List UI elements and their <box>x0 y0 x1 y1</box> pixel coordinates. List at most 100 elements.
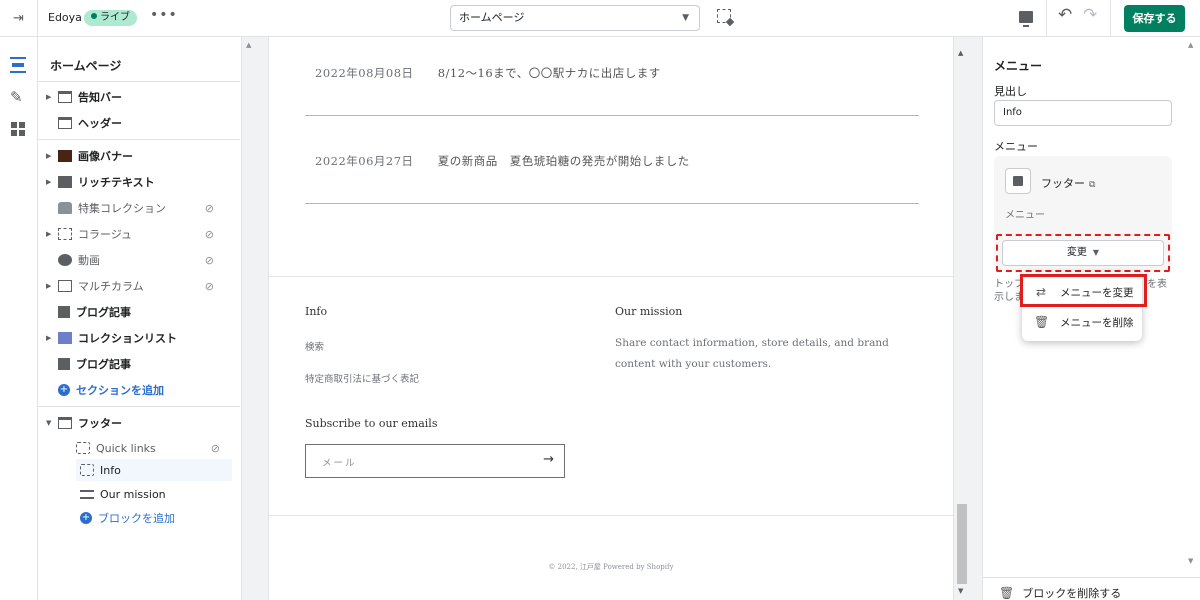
scroll-up-icon[interactable]: ▲ <box>246 41 251 49</box>
blog-icon <box>58 306 70 318</box>
page-select[interactable]: ホームページ ▼ <box>450 5 700 31</box>
heading-input[interactable]: Info <box>994 100 1172 126</box>
preview-canvas: ▲ 2022年08月08日 8/12～16まで、〇〇駅ナカに出店します 2022… <box>242 37 982 600</box>
undo-icon[interactable]: ↶ <box>1058 5 1072 25</box>
preview-scrollbar[interactable]: ▲ ▼ <box>956 37 968 600</box>
block-item-quick-links[interactable]: Quick links ⊘ <box>76 437 232 459</box>
sidebar-item-label: コレクションリスト <box>78 332 177 345</box>
sidebar-item-label: フッター <box>78 417 122 430</box>
sidebar-item-label: マルチカラム <box>78 280 144 293</box>
hidden-eye-icon[interactable]: ⊘ <box>205 280 214 293</box>
news-date: 2022年08月08日 <box>315 66 414 80</box>
change-menu-button[interactable]: 変更 ▼ <box>1002 240 1164 266</box>
sidebar-item-multicolumn[interactable]: ▶ マルチカラム ⊘ <box>46 275 232 297</box>
delete-menu-label: メニューを削除 <box>1060 316 1134 329</box>
footer-icon <box>58 417 72 429</box>
hidden-eye-icon[interactable]: ⊘ <box>205 228 214 241</box>
scrollbar-thumb[interactable] <box>957 504 967 584</box>
menu-name-label: フッター <box>1041 177 1085 190</box>
sidebar-item-label: 告知バー <box>78 91 122 104</box>
add-block-button[interactable]: + ブロックを追加 <box>76 507 232 529</box>
theme-settings-icon[interactable]: ✎ <box>10 89 26 105</box>
footer-mission-heading: Our mission <box>615 305 683 318</box>
arrow-right-icon[interactable]: → <box>543 452 554 467</box>
hidden-eye-icon[interactable]: ⊘ <box>211 442 220 455</box>
footer-link-legal[interactable]: 特定商取引法に基づく表記 <box>305 371 419 385</box>
sidebar-item-announcement-bar[interactable]: ▶ 告知バー <box>46 86 232 108</box>
sidebar-item-collection-list[interactable]: ▶ コレクションリスト <box>46 327 232 349</box>
text-block-icon <box>80 489 94 499</box>
scroll-up-icon[interactable]: ▲ <box>1188 41 1193 49</box>
change-menu-option[interactable]: ⇄ メニューを変更 <box>1022 278 1142 306</box>
live-badge-label: ライブ <box>100 12 130 23</box>
sidebar-item-label: リッチテキスト <box>78 176 155 189</box>
divider <box>1110 0 1111 37</box>
sidebar-item-featured-collection[interactable]: 特集コレクション ⊘ <box>46 197 232 219</box>
sidebar-item-blog-posts-2[interactable]: ブログ記事 <box>46 353 232 375</box>
news-item[interactable]: 2022年08月08日 8/12～16まで、〇〇駅ナカに出店します <box>315 65 661 81</box>
external-link-icon[interactable]: ⧉ <box>1089 180 1095 190</box>
desktop-preview-icon[interactable] <box>1019 11 1033 27</box>
menu-label: メニュー <box>994 140 1038 153</box>
sidebar-item-label: 画像バナー <box>78 150 133 163</box>
sidebar-item-collage[interactable]: ▶ コラージュ ⊘ <box>46 223 232 245</box>
menu-name[interactable]: フッター ⧉ <box>1041 175 1095 191</box>
page-select-value: ホームページ <box>459 11 525 24</box>
hidden-eye-icon[interactable]: ⊘ <box>205 254 214 267</box>
expand-icon[interactable]: ▶ <box>46 152 58 160</box>
trash-icon: 🗑 <box>1034 315 1050 329</box>
sidebar-item-footer[interactable]: ▼ フッター <box>46 412 232 434</box>
apps-icon[interactable] <box>10 121 26 137</box>
expand-icon[interactable]: ▶ <box>46 93 58 101</box>
image-banner-icon <box>58 150 72 162</box>
save-button[interactable]: 保存する <box>1124 5 1185 32</box>
hidden-eye-icon[interactable]: ⊘ <box>205 202 214 215</box>
change-menu-label: メニューを変更 <box>1060 286 1134 299</box>
scroll-down-icon[interactable]: ▼ <box>1188 557 1193 565</box>
delete-block-button[interactable]: 🗑 ブロックを削除する <box>999 585 1121 600</box>
email-input[interactable]: メール → <box>305 444 565 478</box>
sidebar-item-label: コラージュ <box>78 228 133 241</box>
add-block-label: ブロックを追加 <box>98 512 175 525</box>
sections-icon[interactable] <box>10 57 26 73</box>
delete-menu-option[interactable]: 🗑 メニューを削除 <box>1022 308 1142 336</box>
footer-link-search[interactable]: 検索 <box>305 339 324 353</box>
expand-icon[interactable]: ▶ <box>46 178 58 186</box>
expand-icon[interactable]: ▶ <box>46 230 58 238</box>
image-icon <box>1005 168 1031 194</box>
divider <box>269 515 953 516</box>
footer-info-heading: Info <box>305 305 328 318</box>
divider <box>38 139 240 140</box>
redo-icon[interactable]: ↷ <box>1083 5 1097 25</box>
expand-icon[interactable]: ▶ <box>46 334 58 342</box>
news-item[interactable]: 2022年06月27日 夏の新商品 夏色琥珀糖の発売が開始しました <box>315 153 690 169</box>
scroll-down-icon[interactable]: ▼ <box>958 587 963 595</box>
sidebar-item-rich-text[interactable]: ▶ リッチテキスト <box>46 171 232 193</box>
sections-sidebar: ホームページ ▶ 告知バー ヘッダー ▶ 画像バナー ▶ リッチテキスト 特集コ… <box>38 37 242 600</box>
collection-icon <box>58 202 72 214</box>
inspector-icon[interactable] <box>717 9 731 23</box>
sidebar-item-blog-posts[interactable]: ブログ記事 <box>46 301 232 323</box>
add-section-button[interactable]: + セクションを追加 <box>46 379 232 401</box>
more-actions-icon[interactable]: ••• <box>150 7 178 23</box>
sidebar-item-label: ヘッダー <box>78 117 122 130</box>
divider <box>983 577 1200 578</box>
collapse-icon[interactable]: ▼ <box>46 419 58 427</box>
sidebar-item-header[interactable]: ヘッダー <box>46 112 232 134</box>
sidebar-item-label: ブログ記事 <box>76 358 131 371</box>
change-button-label: 変更 <box>1066 247 1087 258</box>
subscribe-heading: Subscribe to our emails <box>305 417 438 430</box>
block-item-info[interactable]: Info <box>76 459 232 481</box>
block-item-our-mission[interactable]: Our mission <box>76 483 232 505</box>
news-title: 夏の新商品 夏色琥珀糖の発売が開始しました <box>437 154 690 168</box>
expand-icon[interactable]: ▶ <box>46 282 58 290</box>
block-icon <box>76 442 90 454</box>
plus-circle-icon: + <box>80 512 92 524</box>
sidebar-item-video[interactable]: 動画 ⊘ <box>46 249 232 271</box>
sidebar-item-image-banner[interactable]: ▶ 画像バナー <box>46 145 232 167</box>
blog-icon <box>58 358 70 370</box>
collection-list-icon <box>58 332 72 344</box>
exit-icon[interactable]: ⇥ <box>0 0 38 37</box>
scroll-up-icon[interactable]: ▲ <box>958 49 963 57</box>
sidebar-title: ホームページ <box>50 59 122 73</box>
